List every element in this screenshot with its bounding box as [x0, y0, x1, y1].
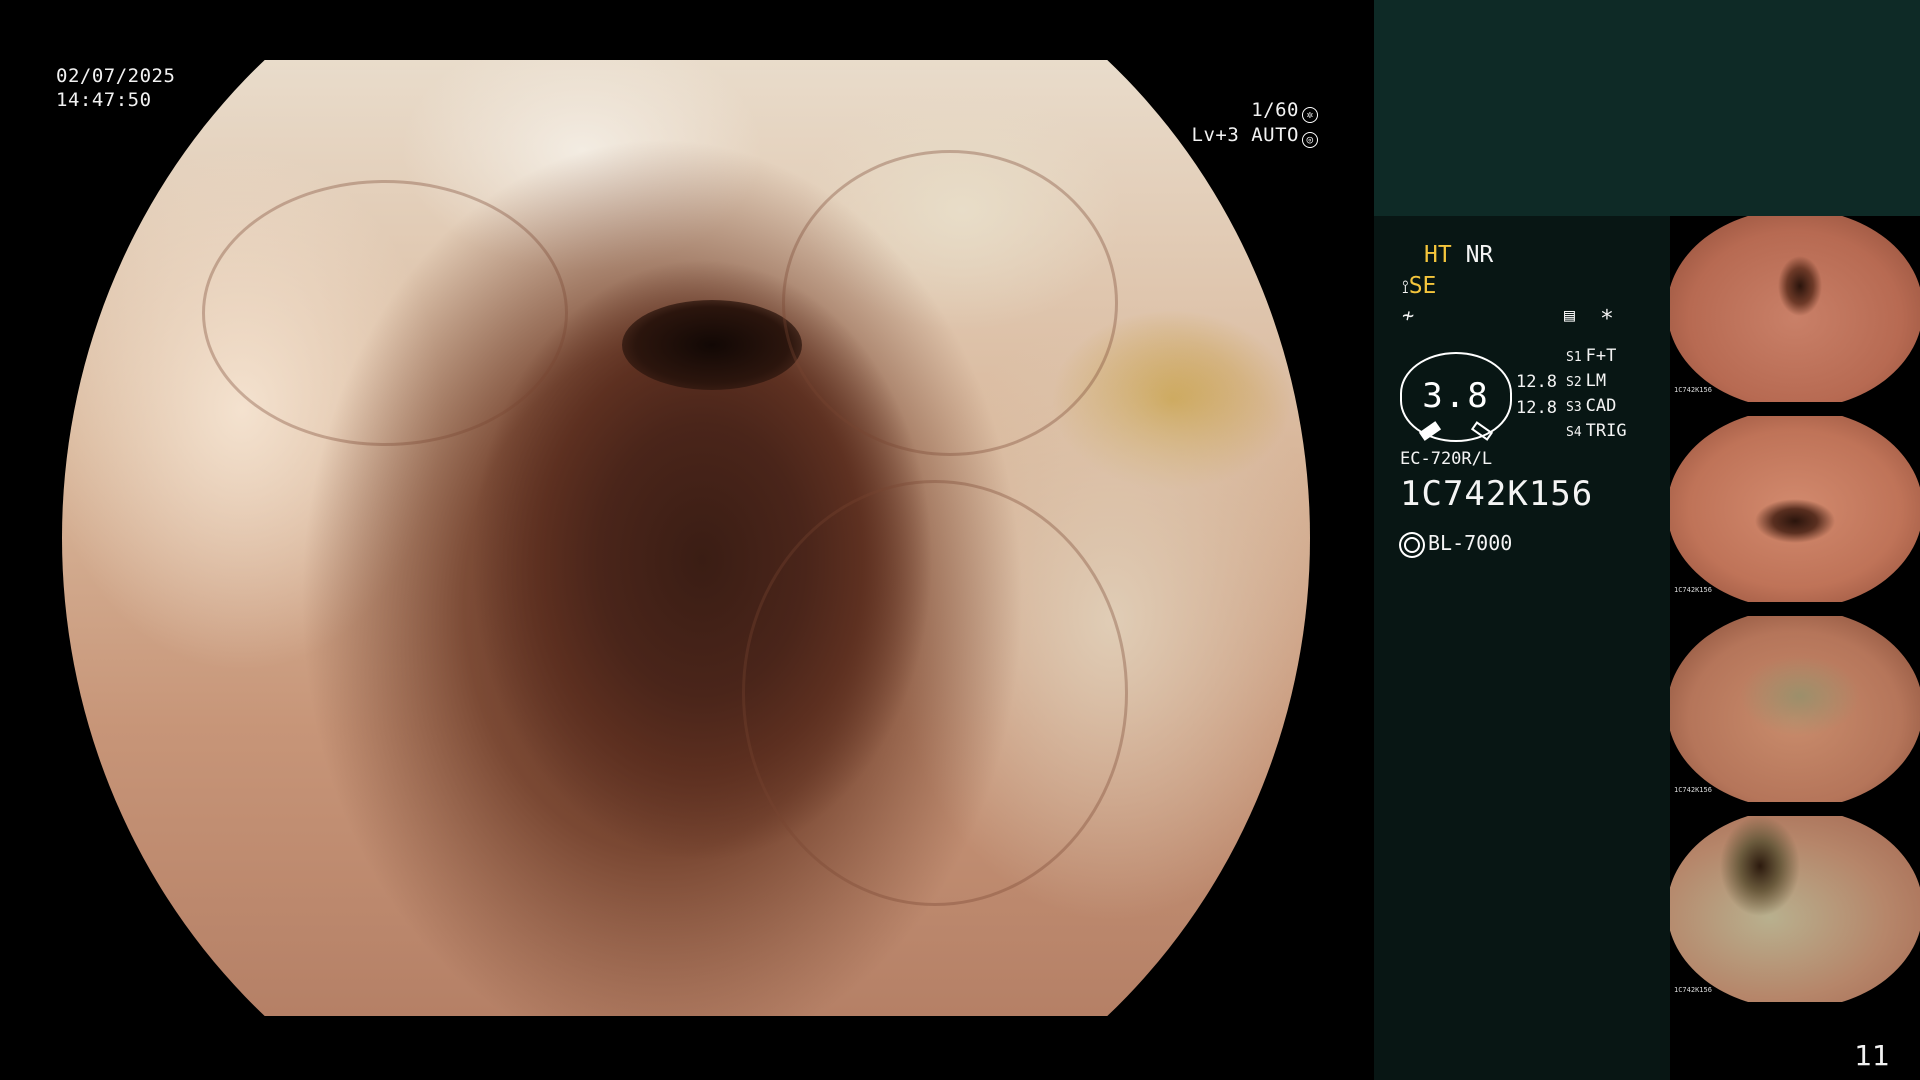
filter-icon: ≁: [1402, 303, 1415, 327]
thumbnail-image: [1670, 416, 1920, 602]
structure-icon: ⟟: [1402, 277, 1409, 298]
nr-label: NR: [1465, 242, 1494, 268]
thumbnail-image: [1670, 616, 1920, 802]
thumbnail-image: [1670, 816, 1920, 1002]
capture-thumbnail[interactable]: 1C742K156: [1670, 816, 1920, 1002]
brightness-level-label: Lv+3 AUTO: [1191, 124, 1299, 146]
readout-1: 12.8: [1516, 372, 1557, 392]
switch-assignment-list: S1 F+T S2 LM S3 CAD S4 TRIG: [1566, 346, 1627, 446]
scope-model-label: EC-720R/L: [1400, 449, 1493, 469]
auto-iris-icon: ◎: [1302, 132, 1318, 148]
mucosal-fold: [742, 480, 1128, 906]
shutter-speed-label: 1/60: [1251, 99, 1299, 121]
switch-item: S4 TRIG: [1566, 421, 1627, 441]
scope-serial-number: 1C742K156: [1400, 474, 1594, 514]
structure-enhancement-row: ⟟SE: [1402, 273, 1436, 299]
endoscope-live-view: [62, 60, 1310, 1016]
enhancement-row: HT NR: [1424, 242, 1493, 268]
aperture-icon: ✲: [1302, 107, 1318, 123]
ht-label: HT: [1424, 242, 1452, 268]
gain-dial: 3.8: [1400, 352, 1512, 442]
date-time-overlay: 02/07/2025 14:47:50: [56, 64, 175, 112]
star-indicator: *: [1600, 306, 1614, 332]
light-source-label: BL-7000: [1428, 531, 1513, 555]
switch-item: S2 LM: [1566, 371, 1607, 391]
light-source-icon: [1404, 537, 1420, 553]
switch-item: S3 CAD: [1566, 396, 1617, 416]
dial-value: 3.8: [1422, 376, 1490, 416]
date-label: 02/07/2025: [56, 65, 176, 87]
waveform-icon: ▤: [1564, 305, 1575, 326]
mucosal-fold: [202, 180, 568, 446]
thumbnail-image: [1670, 216, 1920, 402]
se-label: SE: [1408, 273, 1437, 299]
time-label: 14:47:50: [56, 89, 152, 111]
capture-thumbnail[interactable]: 1C742K156: [1670, 616, 1920, 802]
panel-header-area: [1374, 0, 1920, 216]
capture-thumbnail[interactable]: 1C742K156: [1670, 216, 1920, 402]
lumen-opening: [622, 300, 802, 390]
light-source-row: BL-7000: [1404, 531, 1512, 555]
capture-thumbnail[interactable]: 1C742K156: [1670, 416, 1920, 602]
readout-2: 12.8: [1516, 398, 1557, 418]
switch-item: S1 F+T: [1566, 346, 1617, 366]
capture-count: 11: [1854, 1039, 1890, 1072]
exposure-overlay: 1/60 ✲ Lv+3 AUTO ◎: [1192, 98, 1318, 148]
mucosal-fold: [782, 150, 1118, 456]
